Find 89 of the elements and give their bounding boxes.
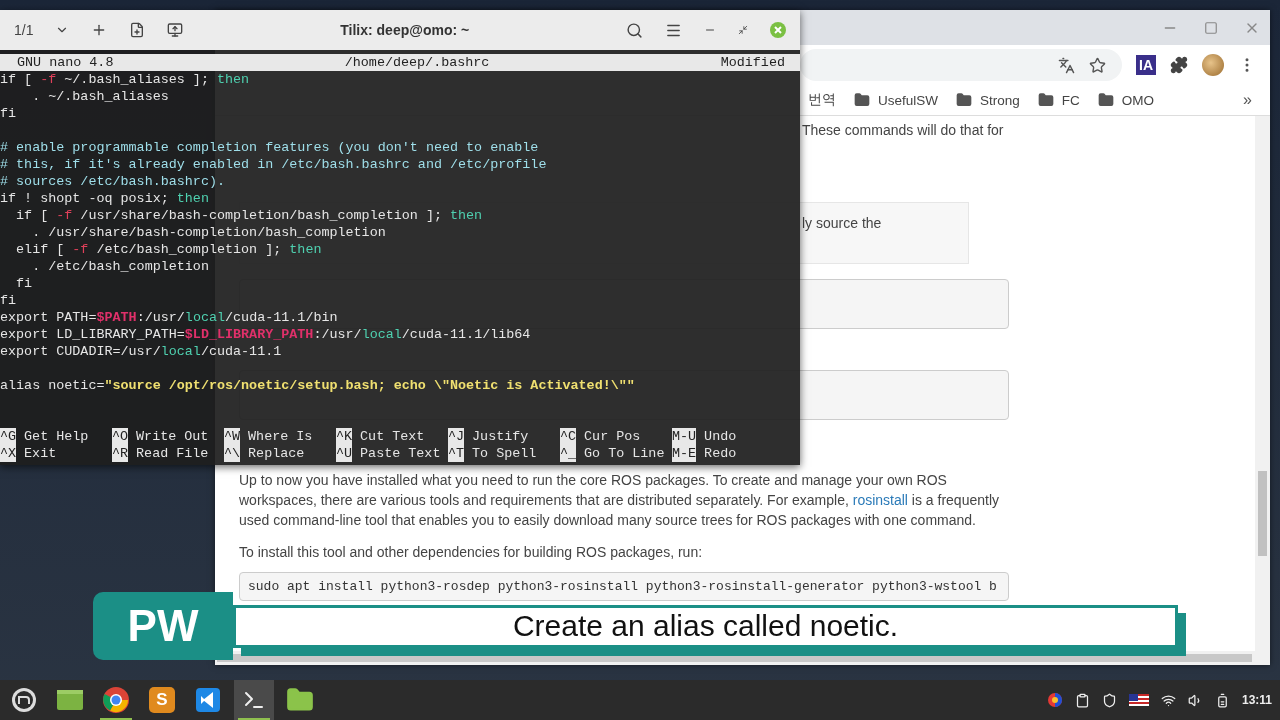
logo-badge: PW	[93, 592, 233, 660]
code-line: if [ -f ~/.bash_aliases ]; then	[0, 71, 251, 88]
file-path: /home/deep/.bashrc	[344, 55, 490, 70]
shortcut-label: Undo	[704, 428, 737, 445]
shortcut-key: ^U	[336, 445, 353, 462]
translate-icon[interactable]	[1058, 56, 1075, 74]
vscode-icon	[195, 687, 221, 713]
bookmark-link[interactable]: FC	[1061, 92, 1080, 108]
search-icon[interactable]	[626, 21, 643, 39]
code-line: alias noetic="source /opt/ros/noetic/setup.bash; echo \"Noetic is Activated!\""	[0, 377, 636, 394]
folder-icon	[854, 92, 870, 108]
code-line: if ! shopt -oq posix; then	[0, 190, 210, 207]
paragraph-text: Up to now you have installed what you need to run the core ROS packages. To create and manage your own ROS workspaces, there are various tools and requirements that are distributed separately. For example, rosinstall is a frequently used command-line tool that enables you to easily download many source trees for ROS packages with one command.	[239, 471, 1001, 530]
shortcut-label: Write Out	[136, 428, 209, 445]
code-line: fi	[0, 292, 18, 309]
code-line: . ~/.bash_aliases	[31, 88, 170, 105]
wifi-icon[interactable]	[1160, 692, 1176, 708]
folder-icon	[286, 686, 314, 714]
shortcut-key: ^_	[560, 445, 577, 462]
code-block: sudo apt install python3-rosdep python3-rosinstall python3-rosinstall-generator python3-wstool b	[239, 572, 1009, 601]
shortcut-label: Read File	[136, 445, 209, 462]
paragraph-text: To install this tool and other dependencies for building ROS packages, run:	[239, 543, 704, 562]
shortcut-label: Go To Line	[584, 445, 665, 462]
folder-icon	[1097, 92, 1114, 108]
bookmark-link[interactable]: UsefulSW	[878, 92, 938, 108]
file-manager-icon	[56, 688, 84, 712]
more-bookmarks-button[interactable]: »	[1243, 91, 1252, 109]
scrollbar[interactable]	[1255, 116, 1270, 651]
star-icon[interactable]	[1089, 56, 1106, 74]
shortcut-key: ^C	[560, 428, 577, 445]
shortcut-key: ^O	[112, 428, 129, 445]
shortcut-label: Cur Pos	[584, 428, 641, 445]
shortcut-key: M-E	[672, 445, 697, 462]
shortcut-label: Get Help	[24, 428, 89, 445]
code-line: export PATH=$PATH:/usr/local/cuda-11.1/bin	[0, 309, 339, 326]
restore-icon[interactable]	[738, 25, 748, 35]
code-line: export CUDADIR=/usr/local/cuda-11.1	[0, 343, 283, 360]
clipboard-icon[interactable]	[1074, 692, 1090, 708]
mint-logo-icon	[11, 687, 37, 713]
shortcut-key: ^W	[224, 428, 241, 445]
add-down-icon[interactable]	[167, 22, 184, 38]
code-line: export LD_LIBRARY_PATH=$LD_LIBRARY_PATH:/usr/local/cuda-11.1/lib64	[0, 326, 532, 343]
code-line: # sources /etc/bash.bashrc).	[0, 173, 226, 190]
modified-status: Modified	[720, 55, 785, 70]
code-line: # this, if it's already enabled in /etc/bash.bashrc and /etc/profile	[0, 156, 548, 173]
note-text: ly source the	[802, 215, 882, 231]
shortcut-key: ^K	[336, 428, 353, 445]
code-line: . /etc/bash_completion	[31, 258, 210, 275]
shortcut-label: Redo	[704, 445, 737, 462]
shortcut-key: ^J	[448, 428, 465, 445]
shortcut-label: Exit	[24, 445, 57, 462]
shortcut-key: ^T	[448, 445, 465, 462]
window-title: Tilix: deep@omo: ~	[339, 22, 471, 38]
rosinstall-link[interactable]: rosinstall	[852, 492, 908, 508]
shortcut-label: Justify	[472, 428, 529, 445]
shortcut-label: Cut Text	[360, 428, 425, 445]
sublime-icon: S	[149, 687, 175, 713]
paragraph-text: These commands will do that for	[802, 121, 1005, 140]
add-terminal-icon[interactable]	[129, 22, 146, 38]
code-line: # enable programmable completion features (you don't need to enable	[0, 139, 540, 156]
bookmark-link[interactable]: 번역	[808, 91, 836, 109]
shortcut-label: Replace	[248, 445, 305, 462]
bookmark-link[interactable]: Strong	[980, 92, 1020, 108]
shortcut-key: ^G	[0, 428, 17, 445]
shortcut-label: Where Is	[248, 428, 313, 445]
shortcut-label: To Spell	[472, 445, 537, 462]
shortcut-key: M-U	[672, 428, 697, 445]
code-line: fi	[0, 105, 18, 122]
shield-icon[interactable]	[1101, 692, 1117, 708]
flag-icon[interactable]	[1128, 694, 1149, 706]
shortcut-key: ^\	[224, 445, 241, 462]
color-ball-icon[interactable]	[1046, 692, 1063, 708]
avatar[interactable]	[1202, 54, 1224, 76]
puzzle-icon[interactable]	[1170, 56, 1188, 74]
shortcut-key: ^X	[0, 445, 17, 462]
code-line: . /usr/share/bash-completion/bash_completion	[31, 224, 387, 241]
folder-icon	[956, 92, 972, 108]
bookmark-link[interactable]: OMO	[1121, 92, 1155, 108]
extension-button[interactable]: IA	[1136, 55, 1156, 75]
code-line: elif [ -f /etc/bash_completion ]; then	[15, 241, 323, 258]
editor-version: GNU nano 4.8	[17, 55, 114, 70]
chrome-icon	[102, 686, 130, 714]
clock[interactable]: 13:11	[1241, 693, 1272, 707]
folder-icon	[1037, 92, 1054, 108]
code-line: if [ -f /usr/share/bash-completion/bash_completion ]; then	[15, 207, 484, 224]
code-line: fi	[15, 275, 34, 292]
shortcut-key: ^R	[112, 445, 129, 462]
shortcut-label: Paste Text	[360, 445, 441, 462]
session-counter[interactable]: 1/1	[14, 22, 34, 38]
